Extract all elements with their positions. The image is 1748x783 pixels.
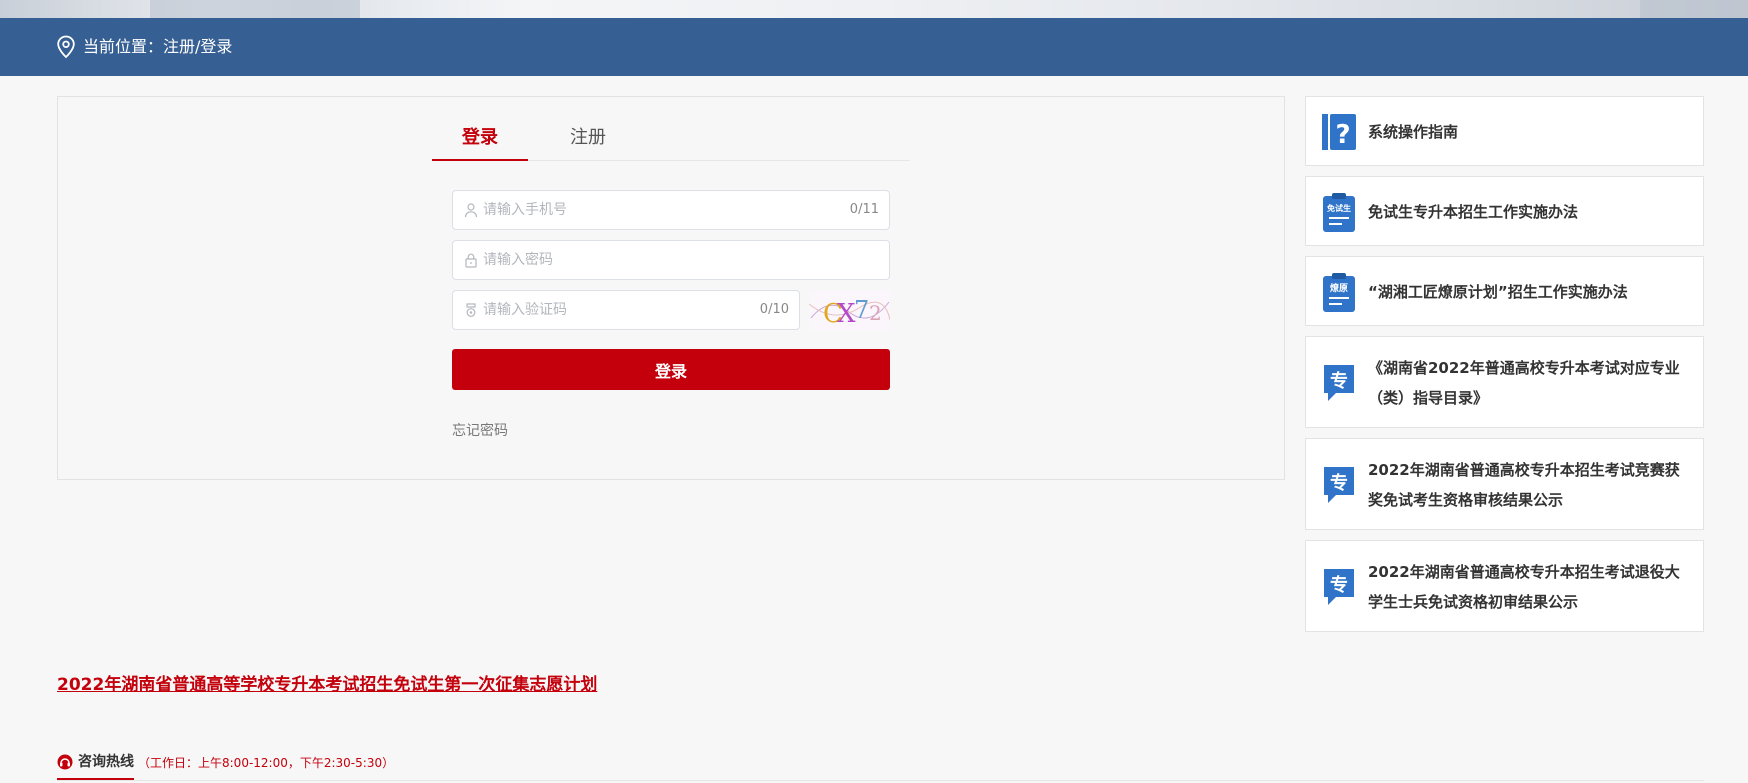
help-book-icon: ? bbox=[1322, 114, 1356, 150]
speech-bubble-icon: 专 bbox=[1324, 467, 1354, 503]
captcha-input[interactable] bbox=[483, 291, 753, 329]
tab-register[interactable]: 注册 bbox=[528, 125, 648, 161]
sidebar-item-label: “湖湘工匠燎原计划”招生工作实施办法 bbox=[1368, 283, 1628, 301]
sidebar-item-major-catalog[interactable]: 专 《湖南省2022年普通高校专升本考试对应专业（类）指导目录》 bbox=[1305, 336, 1704, 428]
captcha-field[interactable]: 0/10 bbox=[452, 290, 800, 330]
top-banner bbox=[0, 0, 1748, 18]
sidebar-item-exempt-rules[interactable]: 免试生 免试生专升本招生工作实施办法 bbox=[1305, 176, 1704, 246]
shield-check-icon bbox=[466, 303, 476, 317]
hotline-hours: （工作日：上午8:00-12:00，下午2:30-5:30） bbox=[138, 756, 395, 770]
captcha-image[interactable]: C X 7 2 bbox=[809, 290, 890, 330]
clipboard-icon: 免试生 bbox=[1323, 193, 1355, 232]
svg-text:专: 专 bbox=[1330, 370, 1348, 392]
sidebar-item-guide[interactable]: ? 系统操作指南 bbox=[1305, 96, 1704, 166]
banner-building-graphic bbox=[150, 0, 360, 18]
forgot-password-link[interactable]: 忘记密码 bbox=[452, 420, 508, 440]
speech-bubble-icon: 专 bbox=[1324, 569, 1354, 605]
location-bar: 当前位置：注册/登录 bbox=[0, 18, 1748, 76]
banner-building-graphic bbox=[1640, 0, 1748, 18]
sidebar-item-label: 系统操作指南 bbox=[1368, 123, 1459, 141]
notice-link[interactable]: 2022年湖南省普通高等学校专升本考试招生免试生第一次征集志愿计划 bbox=[57, 670, 597, 695]
sidebar-item-craftsman-plan[interactable]: 燎原 “湖湘工匠燎原计划”招生工作实施办法 bbox=[1305, 256, 1704, 326]
svg-text:燎原: 燎原 bbox=[1330, 282, 1348, 294]
phone-field[interactable]: 0/11 bbox=[452, 190, 890, 230]
svg-text:专: 专 bbox=[1330, 574, 1348, 596]
captcha-char: 7 bbox=[854, 296, 869, 324]
tab-login[interactable]: 登录 bbox=[432, 125, 528, 161]
hotline-label: 咨询热线 bbox=[78, 754, 134, 770]
login-button[interactable]: 登录 bbox=[452, 349, 890, 390]
sidebar-item-label: 免试生专升本招生工作实施办法 bbox=[1368, 203, 1579, 221]
footer-divider bbox=[57, 780, 1704, 781]
svg-text:专: 专 bbox=[1330, 472, 1348, 494]
speech-bubble-icon: 专 bbox=[1324, 365, 1354, 401]
captcha-char-count: 0/10 bbox=[759, 302, 789, 317]
password-input[interactable] bbox=[483, 241, 883, 279]
sidebar-item-label: 《湖南省2022年普通高校专升本考试对应专业（类）指导目录》 bbox=[1368, 359, 1680, 407]
auth-tabs: 登录 注册 bbox=[432, 125, 910, 161]
captcha-char: 2 bbox=[869, 301, 882, 325]
sidebar-item-label: 2022年湖南省普通高校专升本招生考试竞赛获奖免试考生资格审核结果公示 bbox=[1368, 461, 1680, 509]
user-icon bbox=[464, 203, 478, 218]
sidebar-item-veteran-results[interactable]: 专 2022年湖南省普通高校专升本招生考试退役大学生士兵免试资格初审结果公示 bbox=[1305, 540, 1704, 632]
sidebar-item-label: 2022年湖南省普通高校专升本招生考试退役大学生士兵免试资格初审结果公示 bbox=[1368, 563, 1680, 611]
phone-char-count: 0/11 bbox=[849, 202, 879, 217]
breadcrumb: 当前位置：注册/登录 bbox=[83, 37, 233, 56]
svg-text:免试生: 免试生 bbox=[1327, 203, 1351, 213]
location-pin-icon bbox=[57, 35, 75, 59]
clipboard-icon: 燎原 bbox=[1323, 273, 1355, 312]
password-field[interactable] bbox=[452, 240, 890, 280]
headset-icon bbox=[57, 754, 73, 770]
phone-input[interactable] bbox=[483, 191, 843, 229]
sidebar-item-competition-results[interactable]: 专 2022年湖南省普通高校专升本招生考试竞赛获奖免试考生资格审核结果公示 bbox=[1305, 438, 1704, 530]
lock-icon bbox=[465, 253, 477, 268]
svg-text:?: ? bbox=[1335, 120, 1350, 150]
